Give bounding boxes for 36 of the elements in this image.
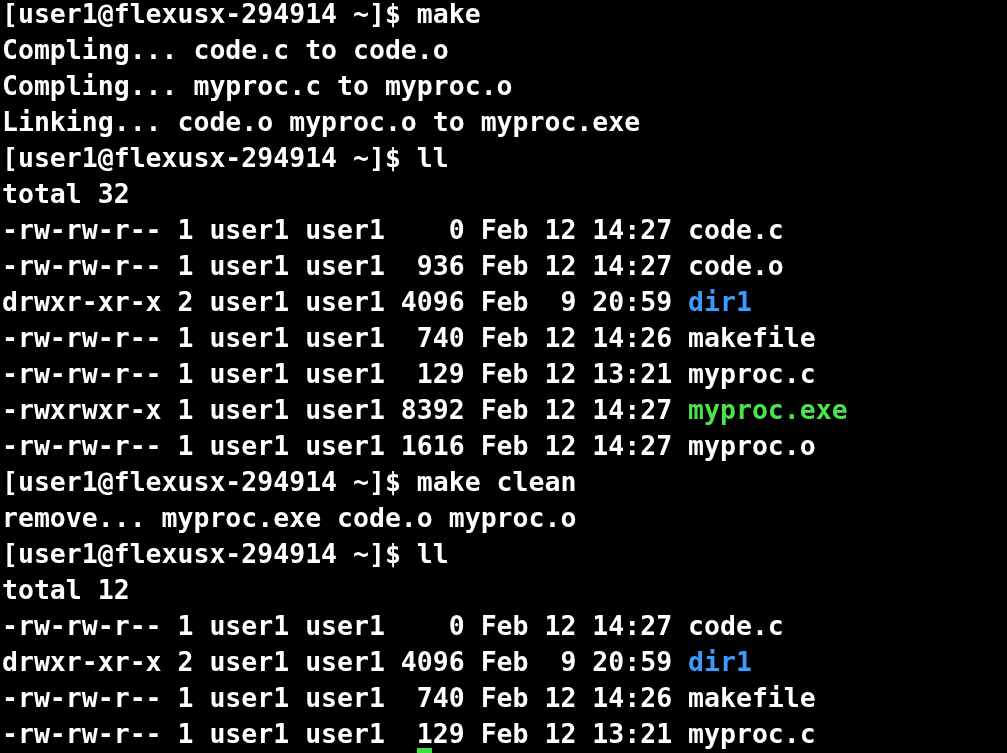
file-info: -rw-rw-r-- 1 user1 user1 740 Feb 12 14:26 [2, 681, 673, 715]
file-name: code.c [688, 213, 784, 247]
shell-prompt: [user1@flexusx-294914 ~]$ [2, 465, 401, 499]
output-line: Compling... myproc.c to myproc.o [2, 69, 513, 103]
file-name: myproc.exe [688, 393, 848, 427]
file-name: makefile [688, 321, 816, 355]
file-info: -rw-rw-r-- 1 user1 user1 740 Feb 12 14:26 [2, 321, 673, 355]
file-name: makefile [688, 681, 816, 715]
output-line: Compling... code.c to code.o [2, 33, 449, 67]
command-text: ll [416, 141, 449, 175]
file-info: -rw-rw-r-- 1 user1 user1 0 Feb 12 14:27 [2, 609, 673, 643]
file-name: myproc.c [688, 357, 816, 391]
file-info: -rw-rw-r-- 1 user1 user1 936 Feb 12 14:27 [2, 249, 673, 283]
output-line: remove... myproc.exe code.o myproc.o [2, 501, 577, 535]
file-info: -rw-rw-r-- 1 user1 user1 129 Feb 12 13:21 [2, 357, 673, 391]
file-info: drwxr-xr-x 2 user1 user1 4096 Feb 9 20:59 [2, 645, 673, 679]
shell-prompt: [user1@flexusx-294914 ~]$ [2, 0, 401, 31]
command-text: make clean [416, 465, 577, 499]
file-info: drwxr-xr-x 2 user1 user1 4096 Feb 9 20:59 [2, 285, 673, 319]
shell-prompt: [user1@flexusx-294914 ~]$ [2, 537, 401, 571]
output-line: total 12 [2, 573, 130, 607]
output-line: total 32 [2, 177, 130, 211]
shell-prompt: [user1@flexusx-294914 ~]$ [2, 141, 401, 175]
output-line: Linking... code.o myproc.o to myproc.exe [2, 105, 641, 139]
file-name: dir1 [688, 285, 752, 319]
file-info: -rw-rw-r-- 1 user1 user1 1616 Feb 12 14:27 [2, 429, 673, 463]
file-info: -rw-rw-r-- 1 user1 user1 0 Feb 12 14:27 [2, 213, 673, 247]
command-text: make [416, 0, 481, 31]
file-name: myproc.c [688, 717, 816, 751]
file-info: -rwxrwxr-x 1 user1 user1 8392 Feb 12 14:27 [2, 393, 673, 427]
file-info: -rw-rw-r-- 1 user1 user1 129 Feb 12 13:21 [2, 717, 673, 751]
file-name: code.c [688, 609, 784, 643]
file-name: code.o [688, 249, 784, 283]
file-name: myproc.o [688, 429, 816, 463]
file-name: dir1 [688, 645, 752, 679]
command-text: ll [416, 537, 449, 571]
